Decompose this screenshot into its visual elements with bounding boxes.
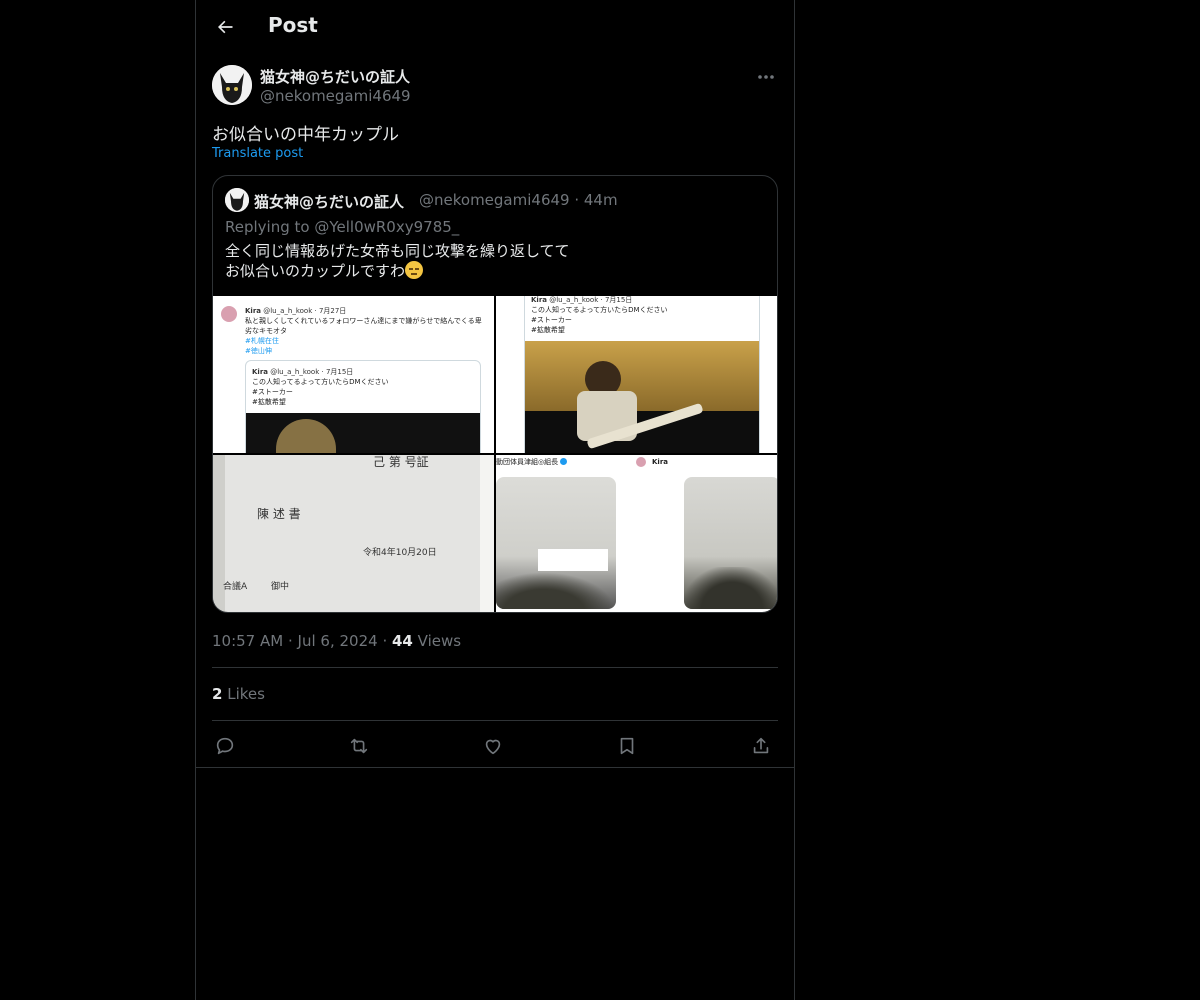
quote-time: 44m: [583, 191, 618, 209]
main-column: Post 猫女神@ちだいの証人 @nekomegami4649 お似合いの中年カ…: [195, 0, 795, 1000]
quote-handle-time: @nekomegami4649 · 44m: [419, 191, 618, 209]
doc-date: 令和4年10月20日: [363, 548, 437, 558]
media1-inner-author: Kira: [252, 368, 268, 376]
repost-button[interactable]: [346, 733, 372, 759]
quote-text: 全く同じ情報あげた女帝も同じ攻撃を繰り返してて お似合いのカップルですわ: [225, 241, 570, 281]
media4-doc-right: [684, 477, 777, 609]
translate-post-link[interactable]: Translate post: [212, 146, 303, 161]
media-grid: Kira @lu_a_h_kook · 7月27日 私と親しくしてくれているフォ…: [213, 296, 777, 612]
header: Post: [196, 0, 794, 53]
media1-text2: 劣なキモオタ: [245, 327, 287, 335]
media1-inner-text: この人知ってるよって方いたらDMください: [252, 378, 389, 386]
media-image-4[interactable]: 動団体員津組◎組長 Kira: [496, 455, 777, 612]
quote-text-line2: お似合いのカップルですわ: [225, 262, 406, 280]
media1-tag2: #徳山伸: [245, 347, 272, 355]
media1-inner-tag1: #ストーカー: [252, 388, 293, 396]
more-icon: [758, 75, 774, 79]
doc-title: 陳 述 書: [257, 507, 301, 521]
repost-icon: [350, 738, 368, 754]
media1-video-thumb: [246, 413, 480, 453]
page-title: Post: [268, 13, 318, 37]
media1-handle: @lu_a_h_kook · 7月27日: [263, 307, 347, 315]
quote-header: 猫女神@ちだいの証人 @nekomegami4649 · 44m: [225, 188, 765, 212]
media1-avatar: [221, 306, 237, 322]
replying-to-handle[interactable]: @Yell0wR0xy9785_: [314, 218, 459, 236]
likes-count: 2: [212, 685, 223, 703]
author-handle[interactable]: @nekomegami4649: [260, 87, 411, 105]
media1-inner-card: Kira @lu_a_h_kook · 7月15日 この人知ってるよって方いたら…: [245, 360, 481, 453]
quote-replying-to: Replying to @Yell0wR0xy9785_: [225, 218, 459, 236]
like-icon: [485, 739, 501, 755]
views-count: 44: [391, 632, 413, 650]
media2-author: Kira: [531, 296, 547, 304]
media1-author: Kira: [245, 307, 261, 315]
back-button[interactable]: [212, 14, 238, 40]
more-button[interactable]: [754, 67, 778, 87]
media4-avatar: [636, 457, 646, 467]
media1-inner-tag2: #拡散希望: [252, 398, 286, 406]
post-date[interactable]: Jul 6, 2024: [298, 632, 378, 650]
media2-handle: @lu_a_h_kook · 7月15日: [549, 296, 633, 304]
like-button[interactable]: [480, 733, 506, 759]
post-author: 猫女神@ちだいの証人 @nekomegami4649: [212, 65, 778, 107]
reply-button[interactable]: [212, 733, 238, 759]
unamused-face-icon: [405, 261, 424, 279]
divider: [212, 667, 778, 668]
views-label: Views: [417, 632, 462, 650]
doc-addressee-suffix: 御中: [271, 582, 290, 592]
doc-addressee: 合議A: [223, 582, 248, 592]
media4-author: Kira: [652, 458, 668, 466]
back-arrow-icon: [218, 20, 233, 34]
share-icon: [753, 737, 769, 754]
quote-author-name: 猫女神@ちだいの証人: [254, 193, 405, 211]
avatar[interactable]: [212, 65, 252, 105]
share-button[interactable]: [748, 733, 774, 759]
replying-prefix: Replying to: [225, 218, 315, 236]
verified-icon: [560, 458, 568, 465]
media2-tag1: #ストーカー: [531, 316, 572, 324]
quote-text-line1: 全く同じ情報あげた女帝も同じ攻撃を繰り返してて: [225, 242, 570, 260]
post-meta: 10:57 AM · Jul 6, 2024 · 44 Views: [212, 632, 462, 650]
divider: [196, 767, 794, 768]
reply-icon: [216, 737, 234, 755]
media4-account: 動団体員津組◎組長: [496, 458, 559, 466]
media1-text1: 私と親しくしてくれているフォロワーさん達にまで嫌がらせで絡んでくる卑: [245, 317, 482, 325]
media2-tag2: #拡散希望: [531, 326, 565, 334]
media-image-2[interactable]: Kira @lu_a_h_kook · 7月15日 この人知ってるよって方いたら…: [496, 296, 777, 453]
media4-doc-left: [496, 477, 616, 609]
bookmark-icon: [620, 737, 634, 755]
media1-inner-handle: @lu_a_h_kook · 7月15日: [270, 368, 354, 376]
likes-label: Likes: [227, 685, 265, 703]
quote-author-handle: @nekomegami4649: [419, 191, 570, 209]
media-image-3[interactable]: 己 第 号証 陳 述 書 令和4年10月20日 合議A 御中: [213, 455, 494, 612]
likes-link[interactable]: 2 Likes: [212, 685, 265, 703]
media2-card: Kira @lu_a_h_kook · 7月15日 この人知ってるよって方いたら…: [524, 296, 760, 453]
bookmark-button[interactable]: [614, 733, 640, 759]
quoted-post[interactable]: 猫女神@ちだいの証人 @nekomegami4649 · 44m Replyin…: [212, 175, 778, 613]
divider: [212, 720, 778, 721]
quote-avatar: [225, 188, 249, 212]
media2-text: この人知ってるよって方いたらDMください: [531, 306, 668, 314]
media-image-1[interactable]: Kira @lu_a_h_kook · 7月27日 私と親しくしてくれているフォ…: [213, 296, 494, 453]
author-name[interactable]: 猫女神@ちだいの証人: [260, 66, 410, 87]
media2-photo: [525, 341, 759, 453]
action-bar: [212, 733, 778, 759]
post-text: お似合いの中年カップル: [212, 125, 399, 145]
doc-number-line: 己 第 号証: [373, 455, 429, 469]
media1-tag1: #札幌在住: [245, 337, 279, 345]
post-time[interactable]: 10:57 AM: [212, 632, 283, 650]
